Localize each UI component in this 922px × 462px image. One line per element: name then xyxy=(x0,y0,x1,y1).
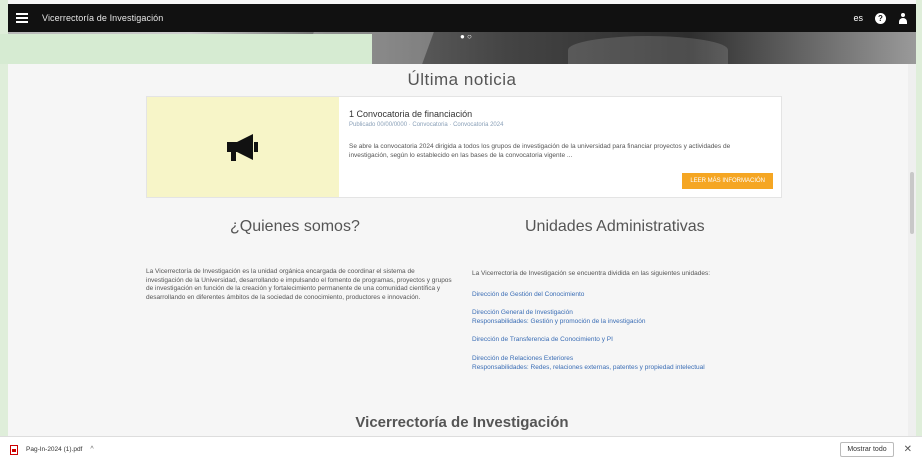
unit-link[interactable]: Dirección de Relaciones Exteriores xyxy=(472,355,772,364)
units-intro: La Vicerrectoría de Investigación se enc… xyxy=(472,270,711,277)
banner-decoration xyxy=(568,36,728,64)
unit-item: Dirección de Gestión del Conocimiento xyxy=(472,291,772,300)
show-all-downloads-button[interactable]: Mostrar todo xyxy=(840,442,894,457)
hamburger-menu-icon[interactable] xyxy=(16,13,28,23)
download-file-name[interactable]: Pag-In-2024 (1).pdf xyxy=(26,446,82,453)
units-title: Unidades Administrativas xyxy=(525,218,705,235)
about-title: ¿Quienes somos? xyxy=(230,218,360,235)
unit-responsibilities: Responsabilidades: Redes, relaciones ext… xyxy=(472,363,705,371)
top-bar-actions: es ? xyxy=(853,12,908,24)
unit-link[interactable]: Dirección de Transferencia de Conocimien… xyxy=(472,336,772,345)
unit-item: Dirección de Transferencia de Conocimien… xyxy=(472,336,772,345)
latest-news-title: Última noticia xyxy=(407,70,517,89)
app-top-bar: Vicerrectoría de Investigación es ? xyxy=(8,4,916,32)
units-list: La Vicerrectoría de Investigación se enc… xyxy=(472,270,772,382)
news-media xyxy=(147,97,339,197)
pdf-file-icon xyxy=(10,444,18,455)
download-bar: Pag-In-2024 (1).pdf ^ Mostrar todo ✕ xyxy=(0,436,922,462)
vicerrectoria-section-title: Vicerrectoría de Investigación xyxy=(355,414,569,431)
news-body: 1 Convocatoria de financiación Publicado… xyxy=(339,97,781,197)
user-icon[interactable] xyxy=(898,12,908,24)
scrollbar-thumb[interactable] xyxy=(910,172,914,234)
carousel-indicator[interactable]: ● ○ xyxy=(460,32,472,41)
unit-link[interactable]: Dirección General de Investigación xyxy=(472,309,772,318)
green-overlay-strip xyxy=(0,34,372,64)
news-excerpt: Se abre la convocatoria 2024 dirigida a … xyxy=(349,143,731,159)
language-select[interactable]: es xyxy=(853,13,863,23)
browser-viewport: Vicerrectoría de Investigación es ? ● ○ … xyxy=(0,0,922,462)
unit-link[interactable]: Dirección de Gestión del Conocimiento xyxy=(472,291,772,300)
window-border-right xyxy=(916,0,922,436)
unit-item: Dirección de Relaciones Exteriores Respo… xyxy=(472,355,772,372)
news-headline[interactable]: 1 Convocatoria de financiación xyxy=(349,109,771,119)
app-title: Vicerrectoría de Investigación xyxy=(42,13,164,23)
news-meta: Publicado 00/00/0000 · Convocatoria · Co… xyxy=(349,122,504,128)
megaphone-icon xyxy=(227,134,258,161)
news-card: 1 Convocatoria de financiación Publicado… xyxy=(146,96,782,198)
help-icon[interactable]: ? xyxy=(875,12,886,24)
chevron-up-icon[interactable]: ^ xyxy=(90,446,93,453)
unit-responsibilities: Responsabilidades: Gestión y promoción d… xyxy=(472,317,646,325)
about-text: La Vicerrectoría de Investigación es la … xyxy=(146,268,452,301)
window-border-left xyxy=(0,0,8,436)
unit-item: Dirección General de Investigación Respo… xyxy=(472,309,772,326)
close-icon[interactable]: ✕ xyxy=(904,444,912,455)
read-more-button[interactable]: Leer más información xyxy=(682,173,773,189)
page-scrollbar[interactable] xyxy=(908,64,916,436)
